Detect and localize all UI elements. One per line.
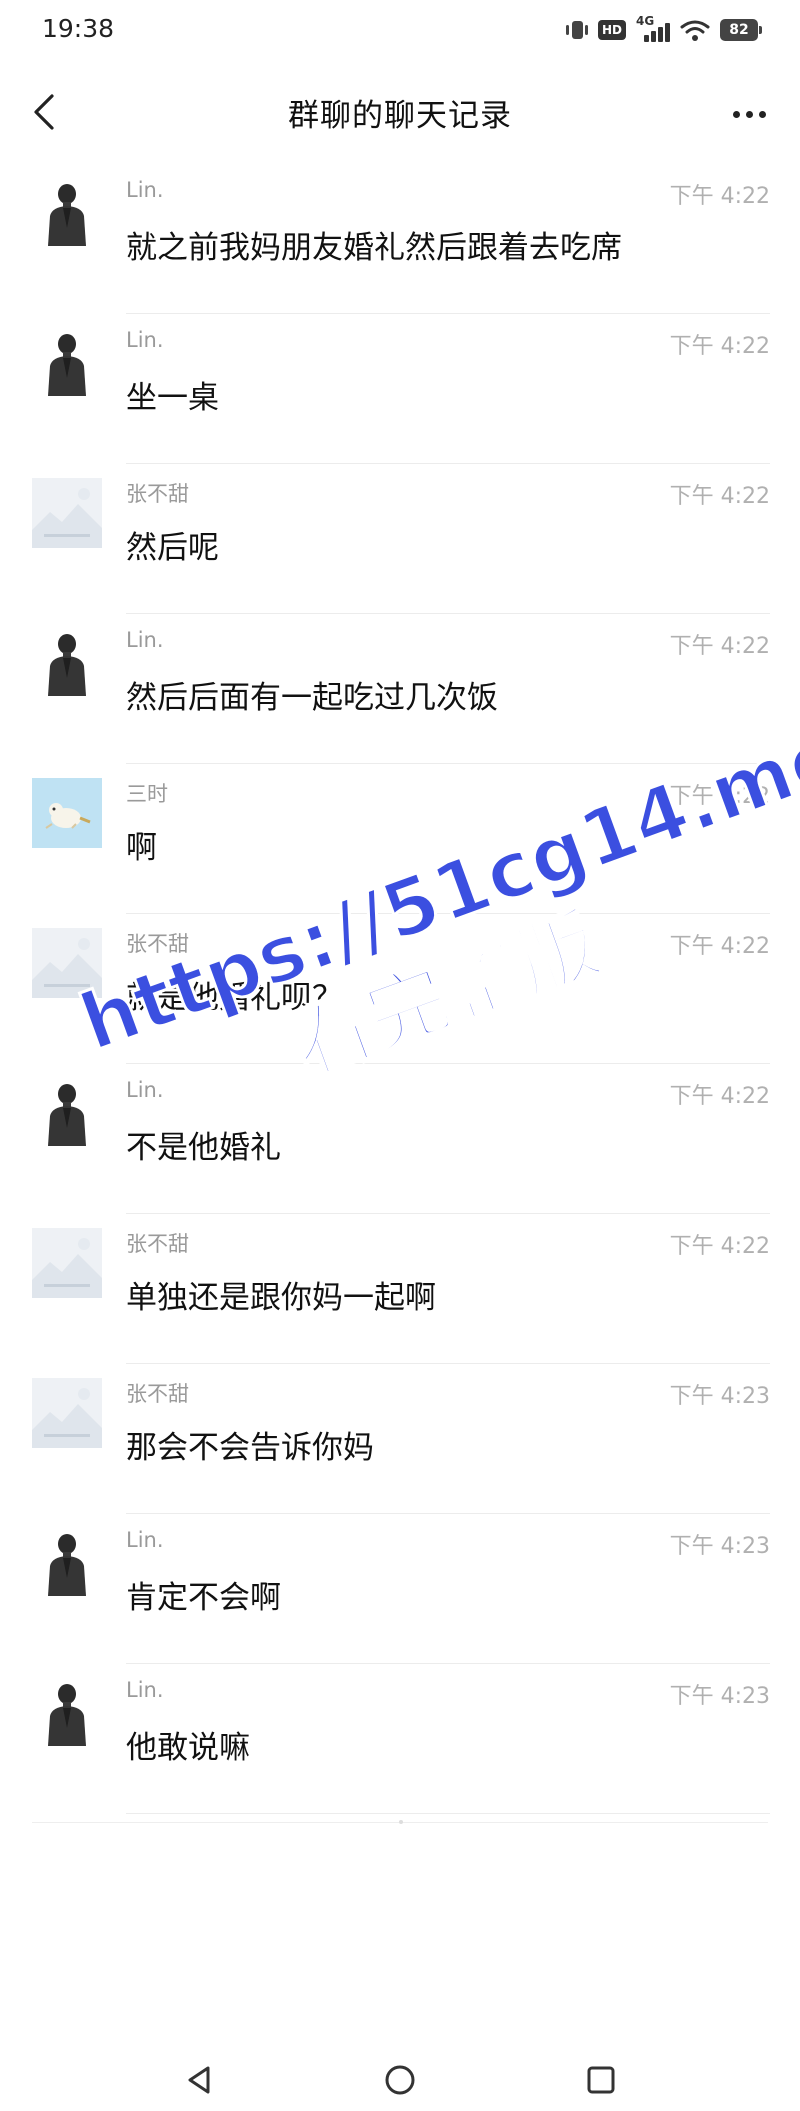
more-icon-dot — [732, 110, 740, 118]
message-item[interactable]: Lin. 下午 4:22 不是他婚礼 — [0, 1064, 800, 1214]
message-item[interactable]: 张不甜 下午 4:22 单独还是跟你妈一起啊 — [0, 1214, 800, 1364]
sender-name: Lin. — [126, 1078, 164, 1102]
status-time: 19:38 — [42, 14, 115, 43]
message-text: 坐一桌 — [126, 380, 219, 416]
avatar[interactable] — [32, 1528, 102, 1598]
sender-name: Lin. — [126, 1678, 164, 1702]
vibrate-icon — [565, 19, 588, 41]
nav-home-button[interactable] — [378, 2058, 422, 2102]
more-icon-dot — [758, 110, 766, 118]
message-time: 下午 4:23 — [669, 1534, 770, 1559]
circle-home-icon — [385, 2065, 415, 2095]
message-time: 下午 4:22 — [669, 1234, 770, 1259]
avatar[interactable] — [32, 1228, 102, 1298]
sender-name: Lin. — [126, 628, 164, 652]
sender-name: 张不甜 — [126, 1382, 189, 1406]
avatar[interactable] — [32, 928, 102, 998]
sender-name: 张不甜 — [126, 1232, 189, 1256]
message-item[interactable]: Lin. 下午 4:22 就之前我妈朋友婚礼然后跟着去吃席 — [0, 164, 800, 314]
message-text: 单独还是跟你妈一起啊 — [126, 1280, 436, 1316]
avatar[interactable] — [32, 1678, 102, 1748]
avatar[interactable] — [32, 178, 102, 248]
message-text: 就之前我妈朋友婚礼然后跟着去吃席 — [126, 230, 622, 266]
hd-icon: HD — [597, 20, 626, 40]
message-text: 那会不会告诉你妈 — [126, 1430, 374, 1466]
message-text: 肯定不会啊 — [126, 1580, 281, 1616]
avatar[interactable] — [32, 1378, 102, 1448]
sender-name: 张不甜 — [126, 482, 189, 506]
message-text: 不是他婚礼 — [126, 1130, 281, 1166]
network-label: 4G — [636, 14, 655, 28]
message-text: 然后呢 — [126, 530, 219, 566]
page-title: 群聊的聊天记录 — [288, 98, 512, 134]
avatar[interactable] — [32, 628, 102, 698]
message-time: 下午 4:22 — [669, 184, 770, 209]
message-text: 他敢说嘛 — [126, 1730, 250, 1766]
avatar[interactable] — [32, 1078, 102, 1148]
sender-name: 张不甜 — [126, 932, 189, 956]
message-time: 下午 4:22 — [669, 1084, 770, 1109]
message-time: 下午 4:22 — [669, 634, 770, 659]
status-bar: 19:38 HD 4G 82 — [0, 0, 800, 62]
message-item[interactable]: 张不甜 下午 4:23 那会不会告诉你妈 — [0, 1364, 800, 1514]
message-item[interactable]: 张不甜 下午 4:22 然后呢 — [0, 464, 800, 614]
status-icons: HD 4G 82 — [565, 14, 762, 43]
message-time: 下午 4:22 — [669, 784, 770, 809]
nav-bar — [0, 2050, 800, 2111]
message-item[interactable]: 三时 下午 4:22 啊 — [0, 764, 800, 914]
avatar[interactable] — [32, 328, 102, 398]
more-icon-dot — [745, 110, 753, 118]
message-item[interactable]: Lin. 下午 4:23 肯定不会啊 — [0, 1514, 800, 1664]
sender-name: Lin. — [126, 328, 164, 352]
message-text: 然后后面有一起吃过几次饭 — [126, 680, 498, 716]
message-time: 下午 4:23 — [669, 1684, 770, 1709]
nav-back-button[interactable] — [177, 2058, 221, 2102]
message-item[interactable]: 张不甜 下午 4:22 就是他婚礼呗？ — [0, 914, 800, 1064]
signal-icon: 4G — [636, 14, 670, 42]
battery-icon: 82 — [720, 19, 762, 41]
message-item[interactable]: Lin. 下午 4:23 他敢说嘛 — [0, 1664, 800, 1814]
message-item[interactable]: Lin. 下午 4:22 然后后面有一起吃过几次饭 — [0, 614, 800, 764]
sender-name: Lin. — [126, 178, 164, 202]
message-item[interactable]: Lin. 下午 4:22 坐一桌 — [0, 314, 800, 464]
header: 群聊的聊天记录 — [0, 62, 800, 162]
message-text: 就是他婚礼呗？ — [126, 980, 343, 1016]
triangle-back-icon — [188, 2066, 210, 2094]
square-recents-icon — [587, 2066, 615, 2094]
wifi-icon — [680, 20, 710, 41]
sender-name: Lin. — [126, 1528, 164, 1552]
message-divider — [126, 1813, 770, 1814]
nav-recents-button[interactable] — [579, 2058, 623, 2102]
message-time: 下午 4:22 — [669, 334, 770, 359]
message-time: 下午 4:22 — [669, 934, 770, 959]
avatar[interactable] — [32, 478, 102, 548]
avatar[interactable] — [32, 778, 102, 848]
list-end-dot — [399, 1820, 403, 1824]
message-time: 下午 4:22 — [669, 484, 770, 509]
message-text: 啊 — [126, 830, 157, 866]
message-list: Lin. 下午 4:22 就之前我妈朋友婚礼然后跟着去吃席 Lin. 下午 4:22 坐一… — [0, 164, 800, 1814]
sender-name: 三时 — [126, 782, 168, 806]
message-time: 下午 4:23 — [669, 1384, 770, 1409]
more-button[interactable] — [726, 94, 772, 134]
